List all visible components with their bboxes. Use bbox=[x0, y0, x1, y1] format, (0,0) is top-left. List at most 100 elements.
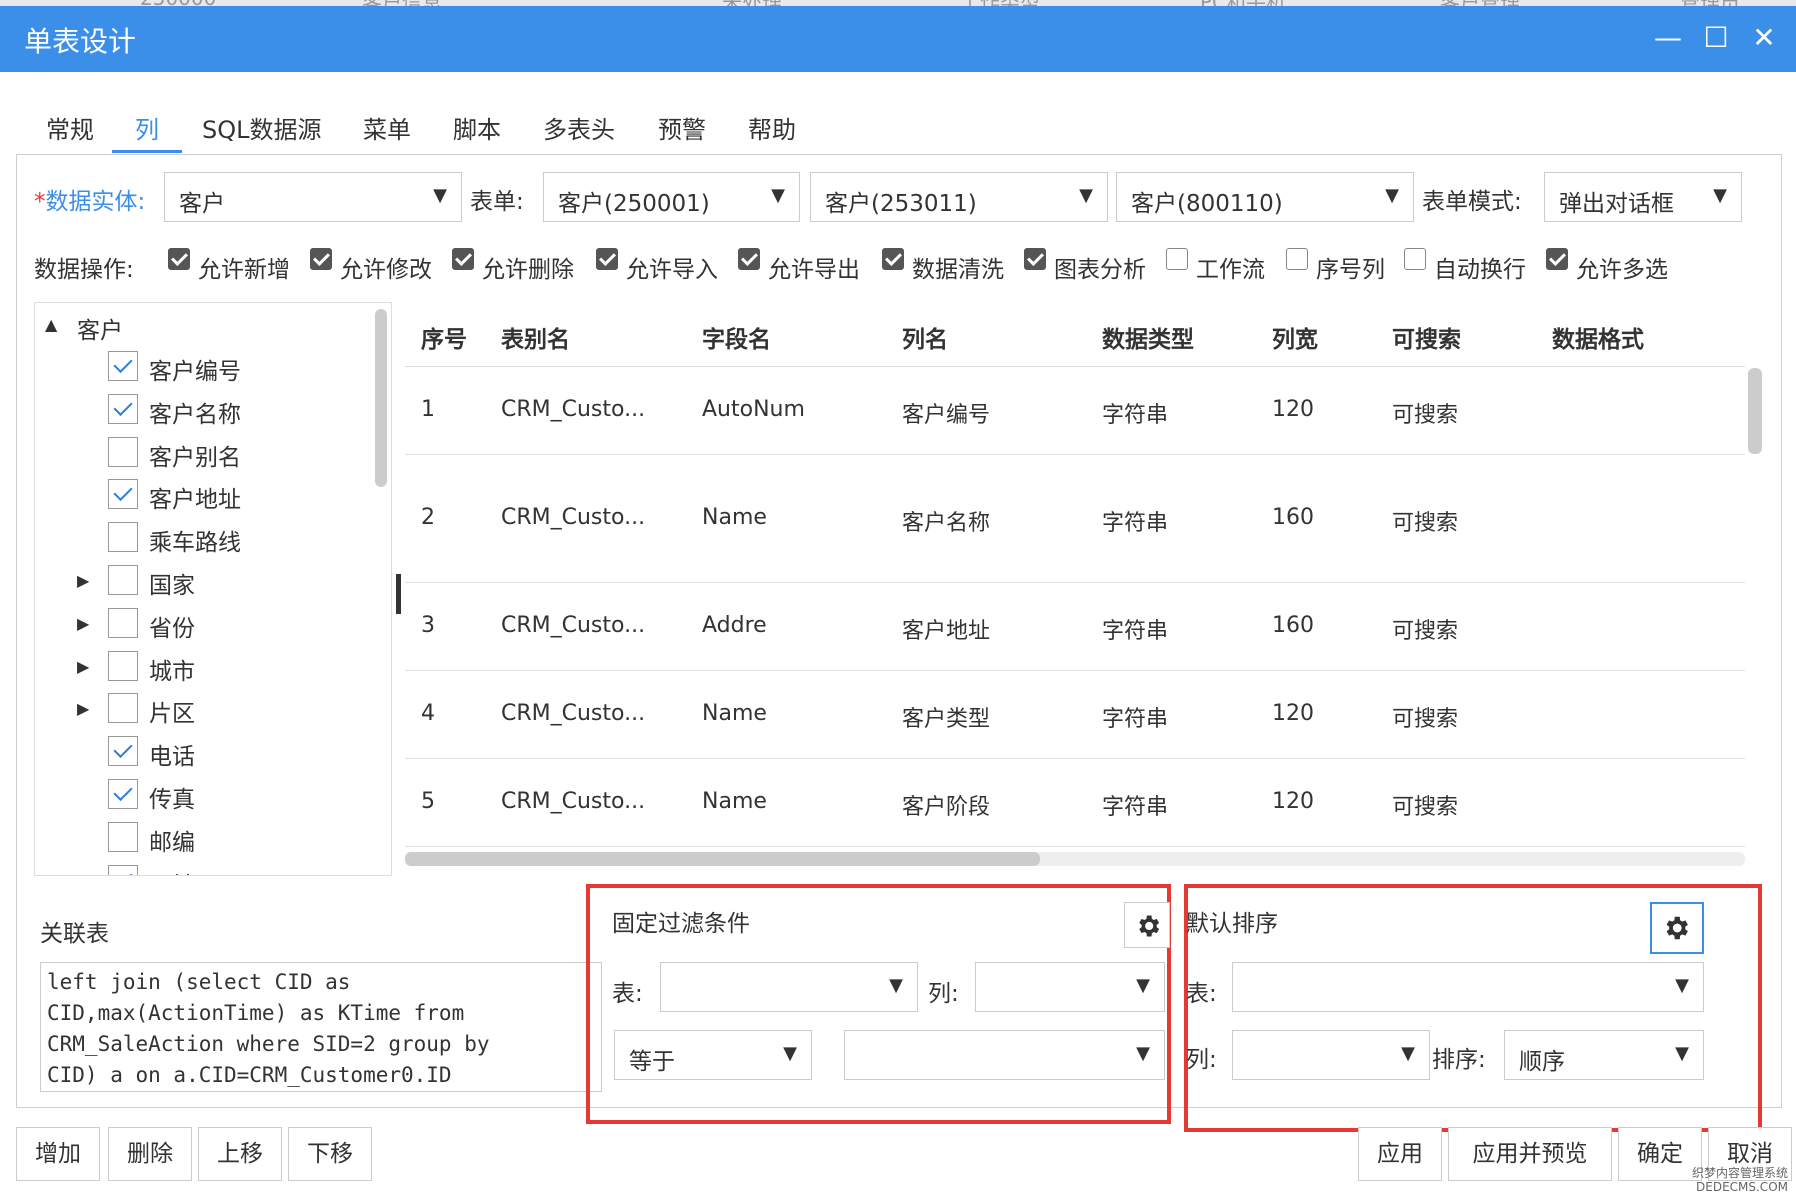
sort-column-select[interactable]: ▼ bbox=[1232, 1030, 1430, 1080]
sort-table-select[interactable]: ▼ bbox=[1232, 962, 1704, 1012]
tree-item-label[interactable]: 国家 bbox=[149, 566, 195, 600]
tree-root-label[interactable]: 客户 bbox=[77, 311, 123, 345]
form-select-3[interactable]: 客户(800110) ▼ bbox=[1116, 172, 1414, 222]
data-op-label[interactable]: 自动换行 bbox=[1434, 250, 1526, 284]
apply-button[interactable]: 应用 bbox=[1358, 1127, 1442, 1181]
grid-vertical-scrollbar[interactable] bbox=[1748, 368, 1762, 454]
move-up-button[interactable]: 上移 bbox=[198, 1127, 282, 1181]
data-op-checkbox[interactable] bbox=[1286, 248, 1308, 270]
tab-multi-header[interactable]: 多表头 bbox=[543, 110, 615, 159]
grid-header-cell[interactable]: 数据类型 bbox=[1102, 320, 1194, 354]
sort-settings-button[interactable] bbox=[1650, 902, 1704, 954]
related-sql-textarea[interactable]: left join (select CID as CID,max(ActionT… bbox=[40, 962, 602, 1092]
form-select-2[interactable]: 客户(253011) ▼ bbox=[810, 172, 1108, 222]
tab-script[interactable]: 脚本 bbox=[453, 110, 501, 159]
tree-item-label[interactable]: 网址 bbox=[149, 866, 195, 875]
tree-item-label[interactable]: 城市 bbox=[149, 652, 195, 686]
tree-item-checkbox[interactable] bbox=[108, 607, 138, 638]
filter-column-select[interactable]: ▼ bbox=[975, 962, 1165, 1012]
table-row[interactable]: 2 CRM_Custo... Name 客户名称 字符串 160 可搜索 bbox=[405, 454, 1745, 583]
grid-header-cell[interactable]: 表别名 bbox=[501, 320, 570, 354]
tree-item-checkbox[interactable] bbox=[108, 821, 138, 852]
data-op-label[interactable]: 允许新增 bbox=[198, 250, 290, 284]
grid-header-cell[interactable]: 数据格式 bbox=[1552, 320, 1644, 354]
tree-item-label[interactable]: 电话 bbox=[149, 737, 195, 771]
tree-item-label[interactable]: 客户名称 bbox=[149, 395, 241, 429]
tree-item-label[interactable]: 客户编号 bbox=[149, 352, 241, 386]
collapse-triangle-icon[interactable]: ▲ bbox=[45, 315, 57, 334]
expand-triangle-icon[interactable]: ▶ bbox=[77, 614, 89, 633]
data-op-label[interactable]: 数据清洗 bbox=[912, 250, 1004, 284]
tree-item-checkbox[interactable] bbox=[108, 565, 138, 595]
ok-button[interactable]: 确定 bbox=[1618, 1127, 1702, 1181]
tab-help[interactable]: 帮助 bbox=[748, 110, 796, 159]
table-row[interactable]: 4 CRM_Custo... Name 客户类型 字符串 120 可搜索 bbox=[405, 670, 1745, 759]
data-op-checkbox[interactable] bbox=[1404, 248, 1426, 270]
expand-triangle-icon[interactable]: ▶ bbox=[77, 657, 89, 676]
tree-item-checkbox[interactable] bbox=[108, 393, 138, 424]
tree-item-label[interactable]: 片区 bbox=[149, 694, 195, 728]
filter-table-select[interactable]: ▼ bbox=[660, 962, 918, 1012]
filter-operator-select[interactable]: 等于 ▼ bbox=[614, 1030, 812, 1080]
data-op-label[interactable]: 允许删除 bbox=[482, 250, 574, 284]
data-op-checkbox[interactable] bbox=[738, 248, 760, 270]
tab-sql-source[interactable]: SQL数据源 bbox=[202, 110, 322, 159]
tree-item-label[interactable]: 客户别名 bbox=[149, 438, 241, 472]
form-mode-select[interactable]: 弹出对话框 ▼ bbox=[1544, 172, 1742, 222]
data-op-checkbox[interactable] bbox=[452, 248, 474, 270]
expand-triangle-icon[interactable]: ▶ bbox=[77, 571, 89, 590]
tree-item-label[interactable]: 客户地址 bbox=[149, 480, 241, 514]
data-op-label[interactable]: 允许导入 bbox=[626, 250, 718, 284]
table-row[interactable]: 3 CRM_Custo... Addre 客户地址 字符串 160 可搜索 bbox=[405, 582, 1745, 671]
table-row[interactable]: 1 CRM_Custo... AutoNum 客户编号 字符串 120 可搜索 bbox=[405, 366, 1745, 455]
tree-item-checkbox[interactable] bbox=[108, 479, 138, 510]
data-op-label[interactable]: 允许修改 bbox=[340, 250, 432, 284]
data-op-label[interactable]: 允许导出 bbox=[768, 250, 860, 284]
sort-order-select[interactable]: 顺序 ▼ bbox=[1504, 1030, 1704, 1080]
splitter-handle[interactable] bbox=[396, 574, 401, 614]
tab-general[interactable]: 常规 bbox=[46, 110, 94, 159]
tree-item-checkbox[interactable] bbox=[108, 779, 138, 809]
tab-alert[interactable]: 预警 bbox=[658, 110, 706, 159]
filter-settings-button[interactable] bbox=[1124, 902, 1170, 948]
tab-menu[interactable]: 菜单 bbox=[363, 110, 411, 159]
tree-item-checkbox[interactable] bbox=[108, 736, 138, 767]
tree-item-label[interactable]: 省份 bbox=[149, 609, 195, 643]
grid-header-cell[interactable]: 列宽 bbox=[1272, 320, 1318, 354]
tree-item-label[interactable]: 传真 bbox=[149, 780, 195, 814]
data-op-label[interactable]: 允许多选 bbox=[1576, 250, 1668, 284]
tree-scrollbar[interactable] bbox=[375, 309, 387, 487]
data-op-checkbox[interactable] bbox=[168, 248, 190, 270]
tree-item-checkbox[interactable] bbox=[108, 693, 138, 724]
dialog-titlebar[interactable]: 单表设计 — ☐ ✕ bbox=[0, 6, 1796, 72]
tree-item-label[interactable]: 乘车路线 bbox=[149, 523, 241, 557]
data-op-checkbox[interactable] bbox=[596, 248, 618, 270]
data-op-checkbox[interactable] bbox=[310, 248, 332, 270]
grid-header-cell[interactable]: 序号 bbox=[421, 320, 467, 354]
filter-value-select[interactable]: ▼ bbox=[844, 1030, 1165, 1080]
tree-item-checkbox[interactable] bbox=[108, 436, 138, 467]
apply-preview-button[interactable]: 应用并预览 bbox=[1448, 1127, 1612, 1181]
data-op-label[interactable]: 序号列 bbox=[1316, 250, 1385, 284]
tree-item-checkbox[interactable] bbox=[108, 650, 138, 681]
table-row[interactable]: 5 CRM_Custo... Name 客户阶段 字符串 120 可搜索 bbox=[405, 758, 1745, 847]
tree-item-checkbox[interactable] bbox=[108, 864, 138, 875]
tree-item-checkbox[interactable] bbox=[108, 351, 138, 381]
close-icon[interactable]: ✕ bbox=[1746, 20, 1782, 56]
data-op-label[interactable]: 图表分析 bbox=[1054, 250, 1146, 284]
grid-header-cell[interactable]: 字段名 bbox=[702, 320, 771, 354]
grid-header-cell[interactable]: 可搜索 bbox=[1392, 320, 1461, 354]
grid-header-cell[interactable]: 列名 bbox=[902, 320, 948, 354]
minimize-icon[interactable]: — bbox=[1650, 20, 1686, 56]
data-op-checkbox[interactable] bbox=[1024, 248, 1046, 270]
move-down-button[interactable]: 下移 bbox=[288, 1127, 372, 1181]
form-select-1[interactable]: 客户(250001) ▼ bbox=[543, 172, 800, 222]
data-op-checkbox[interactable] bbox=[882, 248, 904, 270]
tree-item-label[interactable]: 邮编 bbox=[149, 823, 195, 857]
entity-select[interactable]: 客户 ▼ bbox=[164, 172, 462, 222]
data-op-label[interactable]: 工作流 bbox=[1196, 250, 1265, 284]
data-op-checkbox[interactable] bbox=[1546, 248, 1568, 270]
maximize-icon[interactable]: ☐ bbox=[1698, 20, 1734, 56]
tree-item-checkbox[interactable] bbox=[108, 522, 138, 553]
delete-button[interactable]: 删除 bbox=[108, 1127, 192, 1181]
